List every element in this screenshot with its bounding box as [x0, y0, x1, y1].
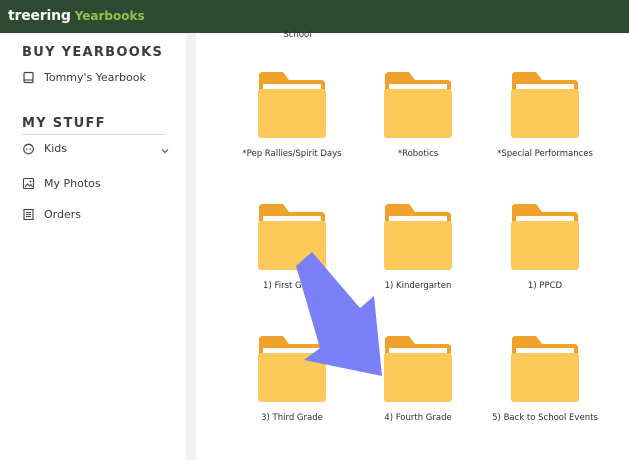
- folder-label: 3) Third Grade: [261, 413, 323, 423]
- pointer-arrow-icon: [296, 252, 382, 376]
- sidebar-item-label: Tommy's Yearbook: [44, 70, 146, 84]
- folder-label: *Pep Rallies/Spirit Days: [242, 149, 342, 159]
- folder-label: *Special Performances: [497, 149, 593, 159]
- sidebar-item-label: Kids: [44, 141, 67, 155]
- sidebar-item-tommys-yearbook[interactable]: Tommy's Yearbook: [22, 68, 146, 86]
- folder-label: 5) Back to School Events: [492, 413, 598, 423]
- folder-icon: [384, 72, 452, 138]
- brand-logo[interactable]: treering Yearbooks: [8, 8, 145, 25]
- sidebar-item-orders[interactable]: Orders: [22, 205, 81, 223]
- sidebar-item-label: My Photos: [44, 176, 101, 190]
- folder-label: 1) PPCD: [527, 281, 563, 291]
- receipt-icon: [22, 208, 35, 221]
- brand-subtitle: Yearbooks: [74, 9, 145, 23]
- partial-folder-label: School: [283, 30, 312, 40]
- book-icon: [22, 71, 35, 84]
- kid-face-icon: [22, 142, 35, 155]
- sidebar-item-my-photos[interactable]: My Photos: [22, 174, 101, 192]
- folder-icon: [258, 72, 326, 138]
- sidebar: BUY YEARBOOKS Tommy's Yearbook MY STUFF …: [0, 33, 186, 460]
- folder-icon: [511, 204, 579, 270]
- my-stuff-title: MY STUFF: [22, 116, 106, 131]
- folder-icon: [511, 72, 579, 138]
- sidebar-scroll-strip: [186, 33, 196, 460]
- sidebar-item-label: Orders: [44, 207, 81, 221]
- folder-icon: [511, 336, 579, 402]
- folder-label: *Robotics: [397, 149, 439, 159]
- folder-label: 4) Fourth Grade: [384, 413, 452, 423]
- sidebar-divider: [22, 134, 166, 135]
- photo-icon: [22, 177, 35, 190]
- chevron-down-icon[interactable]: [160, 141, 170, 154]
- sidebar-item-kids[interactable]: Kids: [22, 139, 67, 157]
- top-bar: treering Yearbooks: [0, 0, 629, 33]
- brand-name: treering: [8, 8, 71, 24]
- buy-yearbooks-title: BUY YEARBOOKS: [22, 45, 164, 60]
